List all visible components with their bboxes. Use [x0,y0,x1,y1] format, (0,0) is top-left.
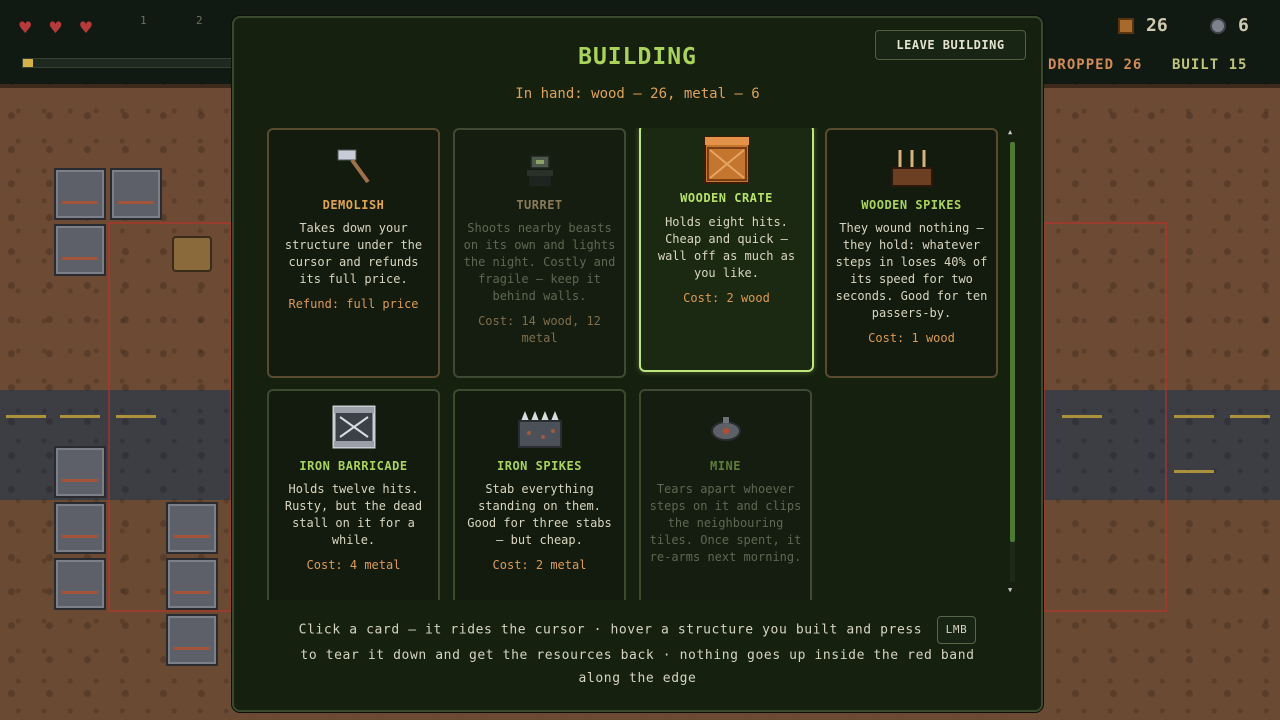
heart-icon: ♥ [18,18,33,37]
built-value: 15 [1228,57,1248,73]
metal-counter: 6 [1210,15,1249,36]
hotbar-slot-1[interactable]: 1 [140,14,147,27]
card-cost: Cost: 4 metal [306,558,401,572]
stone-wall[interactable] [54,446,106,498]
hint-line-3: along the edge [578,671,697,686]
card-title: TURRET [516,198,563,212]
built-stat: BUILT 15 [1172,57,1247,73]
card-turret[interactable]: TURRET Shoots nearby beasts on its own a… [453,128,626,378]
dropped-label: DROPPED [1048,57,1115,73]
road-marking [1230,415,1270,418]
wood-counter: 26 [1118,15,1168,36]
card-description-text: Takes down your structure under the curs… [284,221,423,286]
wood-icon [1118,17,1134,34]
card-description-text: Tears apart whoever steps on it and clip… [649,482,802,564]
hammer-icon [337,149,370,184]
card-wooden-crate[interactable]: WOODEN CRATE Holds eight hits. Cheap and… [639,128,814,372]
metal-icon [1210,17,1226,34]
card-description: They wound nothing — they hold: whatever… [835,220,988,347]
scroll-up-icon[interactable]: ▲ [1008,128,1012,136]
cards-scrollbar[interactable]: ▲ ▼ [1007,128,1017,598]
card-description-text: Holds eight hits. Cheap and quick — wall… [657,215,796,280]
turret-icon [526,155,553,186]
mine-icon [710,417,741,441]
player-character [172,236,212,272]
card-iron-barricade[interactable]: IRON BARRICADE Holds twelve hits. Rusty,… [267,389,440,600]
card-cost: Cost: 14 wood, 12 metal [478,314,601,345]
card-description-text: Stab everything standing on them. Good f… [467,482,612,547]
stone-wall[interactable] [54,224,106,276]
stone-wall[interactable] [166,614,218,666]
heart-icon: ♥ [48,18,63,37]
road-marking [6,415,46,418]
card-title: DEMOLISH [322,198,385,212]
card-demolish[interactable]: DEMOLISH Takes down your structure under… [267,128,440,378]
stone-wall[interactable] [54,168,106,220]
road-marking [1174,415,1214,418]
hotbar-slot-2[interactable]: 2 [196,14,203,27]
hint-line-2: to tear it down and get the resources ba… [300,648,975,663]
card-description: Holds eight hits. Cheap and quick — wall… [649,214,804,307]
card-title: IRON BARRICADE [299,459,408,473]
stone-wall[interactable] [166,558,218,610]
leave-building-button[interactable]: LEAVE BUILDING [875,30,1026,60]
card-description: Tears apart whoever steps on it and clip… [649,481,802,566]
stone-wall[interactable] [166,502,218,554]
card-description: Stab everything standing on them. Good f… [463,481,616,574]
scroll-down-icon[interactable]: ▼ [1008,586,1012,594]
day-progress-bar [22,58,232,68]
card-cost: Cost: 2 metal [492,558,587,572]
card-description: Takes down your structure under the curs… [277,220,430,313]
hint-text-1: Click a card — it rides the cursor · hov… [298,622,923,638]
iron-spikes-icon [517,411,562,448]
stone-wall[interactable] [54,502,106,554]
build-cards-grid: DEMOLISH Takes down your structure under… [267,128,1007,600]
health-hearts: ♥ ♥ ♥ [18,18,93,37]
card-description-text: Shoots nearby beasts on its own and ligh… [463,221,616,303]
card-wooden-spikes[interactable]: WOODEN SPIKES They wound nothing — they … [825,128,998,378]
metal-count: 6 [1238,15,1249,36]
stone-wall[interactable] [54,558,106,610]
road-marking [1062,415,1102,418]
road-marking [1174,470,1214,473]
card-title: WOODEN SPIKES [861,198,962,212]
barricade-icon [332,405,375,449]
card-title: WOODEN CRATE [680,191,773,205]
lmb-key: LMB [936,616,977,644]
wooden-spikes-icon [890,150,933,187]
card-mine[interactable]: MINE Tears apart whoever steps on it and… [639,389,812,600]
scroll-thumb[interactable] [1010,142,1015,542]
card-title: MINE [710,459,741,473]
wood-count: 26 [1146,15,1168,36]
building-modal: BUILDING LEAVE BUILDING In hand: wood — … [232,16,1043,712]
heart-icon: ♥ [78,18,94,37]
card-iron-spikes[interactable]: IRON SPIKES Stab everything standing on … [453,389,626,600]
dropped-value: 26 [1123,57,1143,73]
card-description: Shoots nearby beasts on its own and ligh… [463,220,616,347]
road-marking [60,415,100,418]
road-marking [116,415,156,418]
card-description: Holds twelve hits. Rusty, but the dead s… [277,481,430,574]
controls-hint: Click a card — it rides the cursor · hov… [254,616,1021,690]
day-progress-fill [23,59,34,67]
dropped-stat: DROPPED 26 [1048,57,1142,73]
card-description-text: They wound nothing — they hold: whatever… [835,221,988,320]
card-cost: Cost: 2 wood [683,291,770,305]
card-title: IRON SPIKES [497,459,582,473]
in-hand-resources: In hand: wood — 26, metal — 6 [515,86,760,102]
hint-line-1: Click a card — it rides the cursor · hov… [254,616,1021,644]
card-cost: Refund: full price [288,297,419,311]
built-label: BUILT [1172,57,1220,73]
crate-icon [703,136,750,184]
card-cost: Cost: 1 wood [868,331,955,345]
card-description-text: Holds twelve hits. Rusty, but the dead s… [284,482,423,547]
stone-wall[interactable] [110,168,162,220]
